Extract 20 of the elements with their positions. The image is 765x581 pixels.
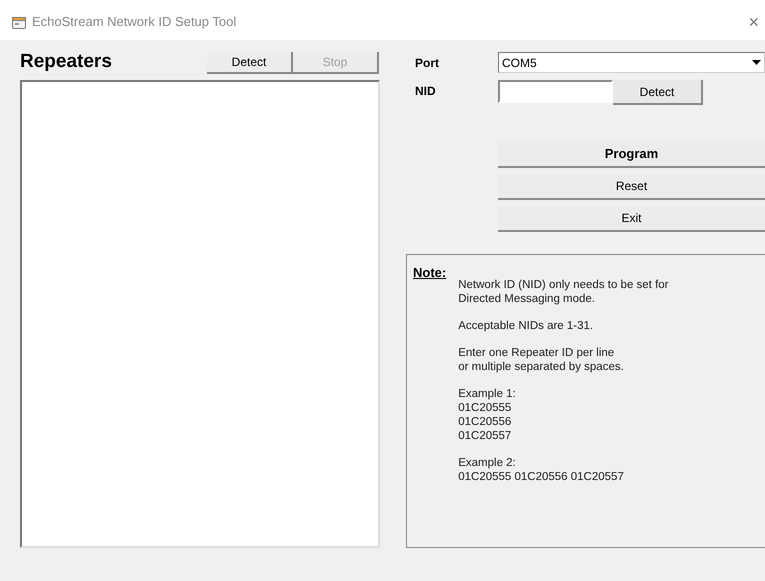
action-button[interactable]: Reset [498,174,765,200]
port-dropdown[interactable]: COM5 [498,52,765,73]
detect-button[interactable]: Detect [613,80,703,105]
action-button[interactable]: Exit [498,206,765,232]
action-button[interactable]: Program [498,142,765,168]
window-title: EchoStream Network ID Setup Tool [32,13,236,32]
nid-field[interactable] [498,80,613,103]
note-text: Example 1: 01C20555 01C20556 01C20557 [458,387,517,443]
section-title: Repeaters [20,50,113,74]
dropdown-arrow-icon [752,60,761,65]
detect-button[interactable]: Detect [207,52,293,74]
note-text: Acceptable NIDs are 1-31. [458,319,594,333]
nid-label: NID [414,83,437,100]
note-text: Enter one Repeater ID per line or multiple separated by spaces. [458,346,625,374]
note-text: Example 2: 01C20555 01C20556 01C20557 [458,456,625,484]
note-title: Note: [413,264,446,282]
close-button[interactable]: × [748,13,759,31]
app-icon [12,16,26,28]
port-label: Port [414,54,440,72]
note-text: Network ID (NID) only needs to be set for Directed Messaging mode. [458,278,668,306]
